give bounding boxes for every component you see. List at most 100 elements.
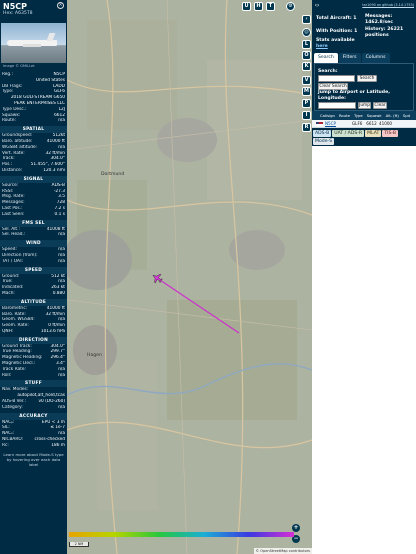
table-row[interactable]: N5CP GLF6 6612 41000 xyxy=(312,120,416,128)
legend-mlat: MLAT xyxy=(365,130,382,137)
detail-key: Mach: xyxy=(2,290,15,296)
map-button-o[interactable]: O xyxy=(302,51,311,60)
jump-label: Jump to Airport or Latitude, Longitude: xyxy=(318,90,390,101)
clear-jump-button[interactable]: Clear xyxy=(373,102,387,109)
map-attribution[interactable]: © OpenStreetMap contributors xyxy=(253,548,312,554)
detail-rows: Reg.: N5CP United States DB Flags: LADD Type:… xyxy=(0,72,67,467)
section-title-altitude[interactable]: ALTITUDE xyxy=(0,298,67,306)
detail-key: Route: xyxy=(2,118,16,124)
search-input[interactable] xyxy=(318,75,355,82)
photo-credit: Image © GMILLet xyxy=(3,64,35,68)
detail-value: 186 m xyxy=(51,442,65,448)
detail-key: Category: xyxy=(2,404,23,410)
aircraft-list-panel: ‹› tar1090 on github (3.14.1753) Total A… xyxy=(312,0,416,554)
github-link[interactable]: tar1090 on github (3.14.1753) xyxy=(362,3,414,7)
us-flag-icon xyxy=(316,122,323,126)
detail-value: 0.880 xyxy=(52,290,65,296)
aircraft-photo[interactable] xyxy=(1,23,66,63)
map-button-h[interactable]: H xyxy=(254,2,263,11)
legend-uat: UAT / ADS-R xyxy=(332,130,365,137)
map-button-u[interactable]: U xyxy=(242,2,251,11)
col-type[interactable]: Type xyxy=(352,111,365,120)
map-view[interactable]: U H T ⚙ Dortmund Hagen + − 2 NM © OpenSt… xyxy=(67,0,312,554)
row-type: GLF6 xyxy=(352,121,363,126)
settings-gear-icon[interactable]: ⚙ xyxy=(286,2,295,11)
legend-modes: Mode-S xyxy=(313,138,335,145)
tab-filters[interactable]: Filters xyxy=(338,53,361,63)
detail-key: Distance: xyxy=(2,167,23,173)
row-alt: 41000 xyxy=(379,121,393,126)
detail-value: 1013.6 hPa xyxy=(40,328,65,334)
col-squawk[interactable]: Squawk xyxy=(365,111,384,120)
zoom-in-button[interactable]: + xyxy=(292,524,300,532)
map-button-v[interactable]: V xyxy=(302,76,311,85)
close-icon[interactable]: × xyxy=(57,2,64,9)
section-title-wind[interactable]: WIND xyxy=(0,240,67,248)
col-alt[interactable]: Alt. (ft) xyxy=(384,111,401,120)
source-legend: ADS-B UAT / ADS-R MLAT TIS-B Mode-S xyxy=(312,129,416,146)
jump-button[interactable]: Jump xyxy=(358,102,371,109)
messages-rate: Messages: 1462.8/sec xyxy=(365,14,393,25)
section-title-accuracy[interactable]: ACCURACY xyxy=(0,412,67,420)
section-title-speed[interactable]: SPEED xyxy=(0,266,67,274)
map-button-m[interactable]: M xyxy=(302,87,311,96)
search-button[interactable]: Search xyxy=(357,75,377,82)
detail-value: n/a xyxy=(58,118,65,124)
section-title-fms[interactable]: FMS SEL xyxy=(0,219,67,227)
detail-key: TAT / OAT: xyxy=(2,258,24,264)
clear-search-button[interactable]: Clear Search xyxy=(318,83,348,90)
collapse-sidebar-icon[interactable]: ‹ xyxy=(302,15,311,24)
detail-value: 120.3 nmi xyxy=(43,167,65,173)
history-positions: History: 26221 positions xyxy=(365,27,404,38)
detail-value: n/a xyxy=(58,258,65,264)
map-button-t[interactable]: T xyxy=(266,2,275,11)
layers-icon[interactable]: ◎ xyxy=(302,28,311,37)
map-button-l[interactable]: L xyxy=(302,40,311,49)
detail-value: 0.1 s xyxy=(54,211,65,217)
col-callsign[interactable]: Callsign xyxy=(318,111,337,120)
map-button-i[interactable]: I xyxy=(302,111,311,120)
altitude-color-scale xyxy=(69,532,294,537)
hex-label: Hex: A635T8 xyxy=(3,11,33,16)
search-tab-body: Search: Search Clear Search Jump to Airp… xyxy=(314,63,414,111)
row-callsign[interactable]: N5CP xyxy=(325,120,352,127)
aircraft-info-panel: N5CP Hex: A635T8 × Image © GMILLet Reg.:… xyxy=(0,0,67,554)
detail-key: QNH: xyxy=(2,328,14,334)
jump-input[interactable] xyxy=(318,102,356,109)
legend-adsb: ADS-B xyxy=(313,130,332,137)
table-header: Callsign Route Type Squawk Alt. (ft) Spd xyxy=(312,111,416,120)
map-tiles xyxy=(67,0,312,554)
tab-search[interactable]: Search xyxy=(314,53,338,63)
with-position: With Position: 1 xyxy=(316,29,358,34)
stats-here-link[interactable]: here xyxy=(316,44,328,49)
detail-key: Last Seen: xyxy=(2,211,25,217)
map-scale-bar: 2 NM xyxy=(69,542,89,547)
detail-key: Sel. Head.: xyxy=(2,232,26,238)
map-city-label: Dortmund xyxy=(101,172,125,177)
map-button-k[interactable]: K xyxy=(302,62,311,71)
panel-tabs: Search Filters Columns xyxy=(314,53,414,63)
detail-value: n/a xyxy=(58,372,65,378)
stats-available: Stats available here xyxy=(316,38,355,49)
legend-tisb: TIS-B xyxy=(382,130,399,137)
section-title-spatial[interactable]: SPATIAL xyxy=(0,126,67,134)
section-title-signal[interactable]: SIGNAL xyxy=(0,175,67,183)
map-button-r[interactable]: R xyxy=(302,123,311,132)
detail-key: Roll: xyxy=(2,372,12,378)
section-title-direction[interactable]: DIRECTION xyxy=(0,336,67,344)
search-label: Search: xyxy=(318,69,338,74)
plane-wing xyxy=(23,44,41,47)
map-button-p[interactable]: P xyxy=(302,99,311,108)
tab-columns[interactable]: Columns xyxy=(361,53,390,63)
total-aircraft: Total Aircraft: 1 xyxy=(316,16,357,21)
aircraft-header: N5CP Hex: A635T8 × xyxy=(0,0,67,22)
col-route[interactable]: Route xyxy=(337,111,352,120)
expand-panel-icon[interactable]: ‹› xyxy=(313,2,321,10)
callsign-title: N5CP xyxy=(3,2,27,11)
detail-value: n/a xyxy=(58,404,65,410)
detail-key: Reg.: xyxy=(2,72,13,77)
col-spd[interactable]: Spd xyxy=(401,111,412,120)
row-squawk: 6612 xyxy=(366,121,377,126)
footer-note: Learn more about Mode-S type by hovering… xyxy=(3,451,64,467)
section-title-stuff[interactable]: STUFF xyxy=(0,380,67,388)
